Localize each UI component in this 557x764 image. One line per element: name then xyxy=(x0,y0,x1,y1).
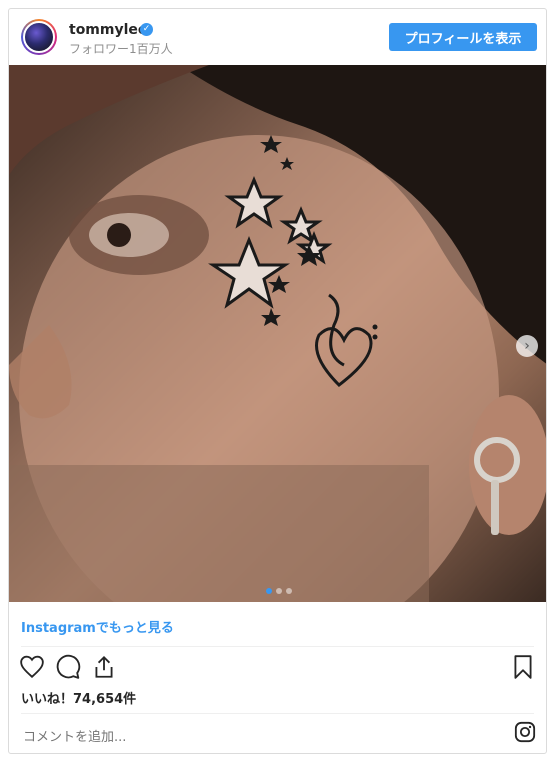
view-more-on-instagram-link[interactable]: Instagramでもっと見る xyxy=(21,617,174,636)
photo-illustration xyxy=(9,65,546,602)
bookmark-icon[interactable] xyxy=(510,654,536,680)
comment-icon[interactable] xyxy=(55,654,81,680)
verified-badge-icon: ✓ xyxy=(140,23,153,36)
carousel-indicators xyxy=(9,588,546,594)
carousel-dot-active xyxy=(265,588,272,594)
post-photo[interactable]: › xyxy=(9,65,546,602)
carousel-dot xyxy=(275,588,282,594)
divider xyxy=(21,646,534,647)
divider xyxy=(21,713,534,714)
comment-input[interactable] xyxy=(21,725,495,749)
carousel-dot xyxy=(285,588,292,594)
instagram-embed-card: tommylee ✓ フォロワー1百万人 プロフィールを表示 › Instagr… xyxy=(8,8,547,754)
view-profile-button[interactable]: プロフィールを表示 xyxy=(389,23,537,51)
carousel-next-button[interactable]: › xyxy=(516,335,538,357)
username[interactable]: tommylee xyxy=(69,22,147,38)
heart-icon[interactable] xyxy=(19,654,45,680)
avatar-image xyxy=(23,21,55,53)
instagram-icon[interactable] xyxy=(514,721,536,743)
post-header: tommylee ✓ フォロワー1百万人 プロフィールを表示 xyxy=(9,9,546,65)
follower-count: フォロワー1百万人 xyxy=(69,42,173,56)
like-count: いいね！74,654件 xyxy=(21,692,137,707)
share-icon[interactable] xyxy=(91,654,117,680)
action-bar xyxy=(9,654,546,684)
avatar[interactable] xyxy=(21,19,57,55)
